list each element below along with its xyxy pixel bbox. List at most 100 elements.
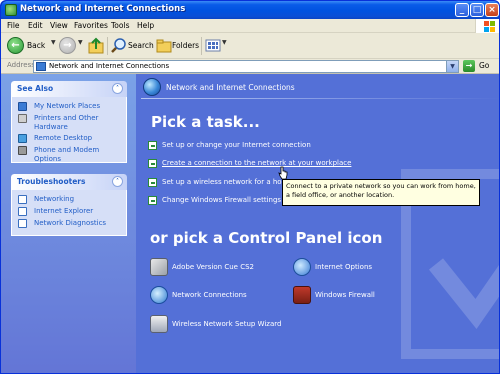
menu-bar: File Edit View Favorites Tools Help bbox=[1, 19, 499, 33]
see-also-body: My Network Places Printers and Other Har… bbox=[11, 97, 127, 163]
network-connections-icon bbox=[5, 4, 17, 16]
close-button[interactable]: × bbox=[485, 3, 499, 17]
search-button[interactable]: Search bbox=[111, 37, 154, 55]
adobe-version-cue-icon bbox=[150, 258, 168, 276]
address-dropdown-icon[interactable]: ▼ bbox=[446, 61, 458, 72]
pick-control-panel-heading: or pick a Control Panel icon bbox=[150, 229, 383, 247]
up-folder-button[interactable] bbox=[88, 37, 104, 55]
hand-cursor-icon bbox=[278, 166, 288, 180]
header-divider bbox=[141, 98, 499, 99]
menu-file[interactable]: File bbox=[7, 21, 20, 30]
folders-label: Folders bbox=[172, 41, 200, 50]
cp-icon-wireless-wizard[interactable]: Wireless Network Setup Wizard bbox=[150, 315, 350, 335]
printer-icon bbox=[18, 114, 27, 123]
folders-icon bbox=[156, 39, 172, 53]
cp-icon-label: Wireless Network Setup Wizard bbox=[172, 320, 282, 328]
cp-icon-label: Windows Firewall bbox=[315, 291, 375, 299]
internet-options-icon bbox=[293, 258, 311, 276]
content-area: See Also ˄ My Network Places Printers an… bbox=[1, 74, 499, 373]
address-value: Network and Internet Connections bbox=[49, 62, 170, 70]
views-icon bbox=[205, 39, 221, 52]
cp-icon-label: Internet Options bbox=[315, 263, 373, 271]
help-document-icon bbox=[18, 195, 27, 204]
task-pane: See Also ˄ My Network Places Printers an… bbox=[1, 74, 136, 373]
troubleshooter-item-label: Network Diagnostics bbox=[34, 219, 107, 227]
task-link-internet-connection[interactable]: Set up or change your Internet connectio… bbox=[148, 140, 488, 151]
maximize-button[interactable]: □ bbox=[470, 3, 484, 17]
help-document-icon bbox=[18, 219, 27, 228]
back-label: Back bbox=[27, 41, 46, 50]
forward-arrow-icon: → bbox=[59, 37, 76, 54]
see-also-header[interactable]: See Also ˄ bbox=[11, 81, 127, 97]
task-arrow-icon bbox=[148, 196, 157, 205]
back-dropdown-icon[interactable]: ▼ bbox=[51, 39, 56, 46]
views-dropdown-icon: ▼ bbox=[222, 39, 227, 46]
toolbar: ← Back ▼ → ▼ Search Folders ▼ bbox=[1, 33, 499, 59]
toolbar-separator bbox=[201, 37, 202, 55]
see-also-item-label: Phone and Modem Options bbox=[34, 146, 100, 163]
see-also-item-phone-modem[interactable]: Phone and Modem Options bbox=[12, 145, 126, 163]
troubleshooter-item-label: Networking bbox=[34, 195, 75, 203]
search-label: Search bbox=[128, 41, 154, 50]
task-link-label: Change Windows Firewall settings bbox=[162, 196, 282, 204]
cp-icon-network-connections[interactable]: Network Connections bbox=[150, 286, 300, 306]
pick-task-heading: Pick a task... bbox=[151, 113, 260, 131]
network-places-icon bbox=[18, 102, 27, 111]
address-label: Address bbox=[7, 61, 35, 69]
phone-icon bbox=[18, 146, 27, 155]
cp-icon-windows-firewall[interactable]: Windows Firewall bbox=[293, 286, 443, 306]
troubleshooter-item-networking[interactable]: Networking bbox=[12, 194, 126, 206]
cp-icon-label: Adobe Version Cue CS2 bbox=[172, 263, 254, 271]
menu-edit[interactable]: Edit bbox=[28, 21, 43, 30]
address-input[interactable]: Network and Internet Connections ▼ bbox=[33, 60, 459, 73]
windows-firewall-icon bbox=[293, 286, 311, 304]
title-bar[interactable]: Network and Internet Connections _ □ × bbox=[1, 1, 499, 19]
troubleshooter-item-internet-explorer[interactable]: Internet Explorer bbox=[12, 206, 126, 218]
collapse-chevron-icon[interactable]: ˄ bbox=[112, 176, 123, 187]
wireless-wizard-icon bbox=[150, 315, 168, 333]
up-folder-icon bbox=[88, 37, 104, 54]
see-also-item-printers[interactable]: Printers and Other Hardware bbox=[12, 113, 126, 133]
menu-help[interactable]: Help bbox=[137, 21, 154, 30]
troubleshooters-body: Networking Internet Explorer Network Dia… bbox=[11, 190, 127, 236]
troubleshooters-title: Troubleshooters bbox=[17, 177, 86, 186]
remote-desktop-icon bbox=[18, 134, 27, 143]
forward-dropdown-icon[interactable]: ▼ bbox=[78, 39, 83, 46]
network-folder-icon bbox=[36, 62, 46, 71]
task-link-label: Create a connection to the network at yo… bbox=[162, 159, 352, 167]
see-also-item-network-places[interactable]: My Network Places bbox=[12, 101, 126, 113]
go-button[interactable]: Go bbox=[479, 61, 489, 70]
task-arrow-icon bbox=[148, 141, 157, 150]
help-document-icon bbox=[18, 207, 27, 216]
window-title: Network and Internet Connections bbox=[20, 4, 186, 14]
task-link-label: Set up a wireless network for a ho bbox=[162, 178, 282, 186]
explorer-window: Network and Internet Connections _ □ × F… bbox=[0, 0, 500, 374]
tooltip: Connect to a private network so you can … bbox=[282, 179, 480, 206]
toolbar-separator bbox=[107, 37, 108, 55]
see-also-item-remote-desktop[interactable]: Remote Desktop bbox=[12, 133, 126, 145]
troubleshooters-panel: Troubleshooters ˄ Networking Internet Ex… bbox=[11, 174, 127, 236]
back-arrow-icon: ← bbox=[7, 37, 24, 54]
menu-tools[interactable]: Tools bbox=[111, 21, 129, 30]
cp-icon-label: Network Connections bbox=[172, 291, 247, 299]
address-bar: Address Network and Internet Connections… bbox=[1, 59, 499, 74]
task-arrow-icon bbox=[148, 178, 157, 187]
category-title: Network and Internet Connections bbox=[166, 83, 295, 92]
folders-button[interactable]: Folders bbox=[156, 37, 200, 55]
go-arrow-icon[interactable]: → bbox=[463, 60, 475, 72]
views-button[interactable]: ▼ bbox=[205, 37, 227, 55]
task-link-label: Set up or change your Internet connectio… bbox=[162, 141, 311, 149]
cp-icon-internet-options[interactable]: Internet Options bbox=[293, 258, 443, 278]
see-also-title: See Also bbox=[17, 84, 54, 93]
forward-button[interactable]: → bbox=[59, 37, 77, 55]
minimize-button[interactable]: _ bbox=[455, 3, 469, 17]
back-button[interactable]: ← Back bbox=[7, 37, 51, 55]
cp-icon-adobe-version-cue[interactable]: Adobe Version Cue CS2 bbox=[150, 258, 300, 278]
collapse-chevron-icon[interactable]: ˄ bbox=[112, 83, 123, 94]
menu-view[interactable]: View bbox=[50, 21, 68, 30]
windows-logo-icon bbox=[475, 19, 499, 33]
task-link-workplace-connection[interactable]: Create a connection to the network at yo… bbox=[148, 158, 488, 169]
troubleshooters-header[interactable]: Troubleshooters ˄ bbox=[11, 174, 127, 190]
troubleshooter-item-network-diagnostics[interactable]: Network Diagnostics bbox=[12, 218, 126, 230]
menu-favorites[interactable]: Favorites bbox=[74, 21, 108, 30]
